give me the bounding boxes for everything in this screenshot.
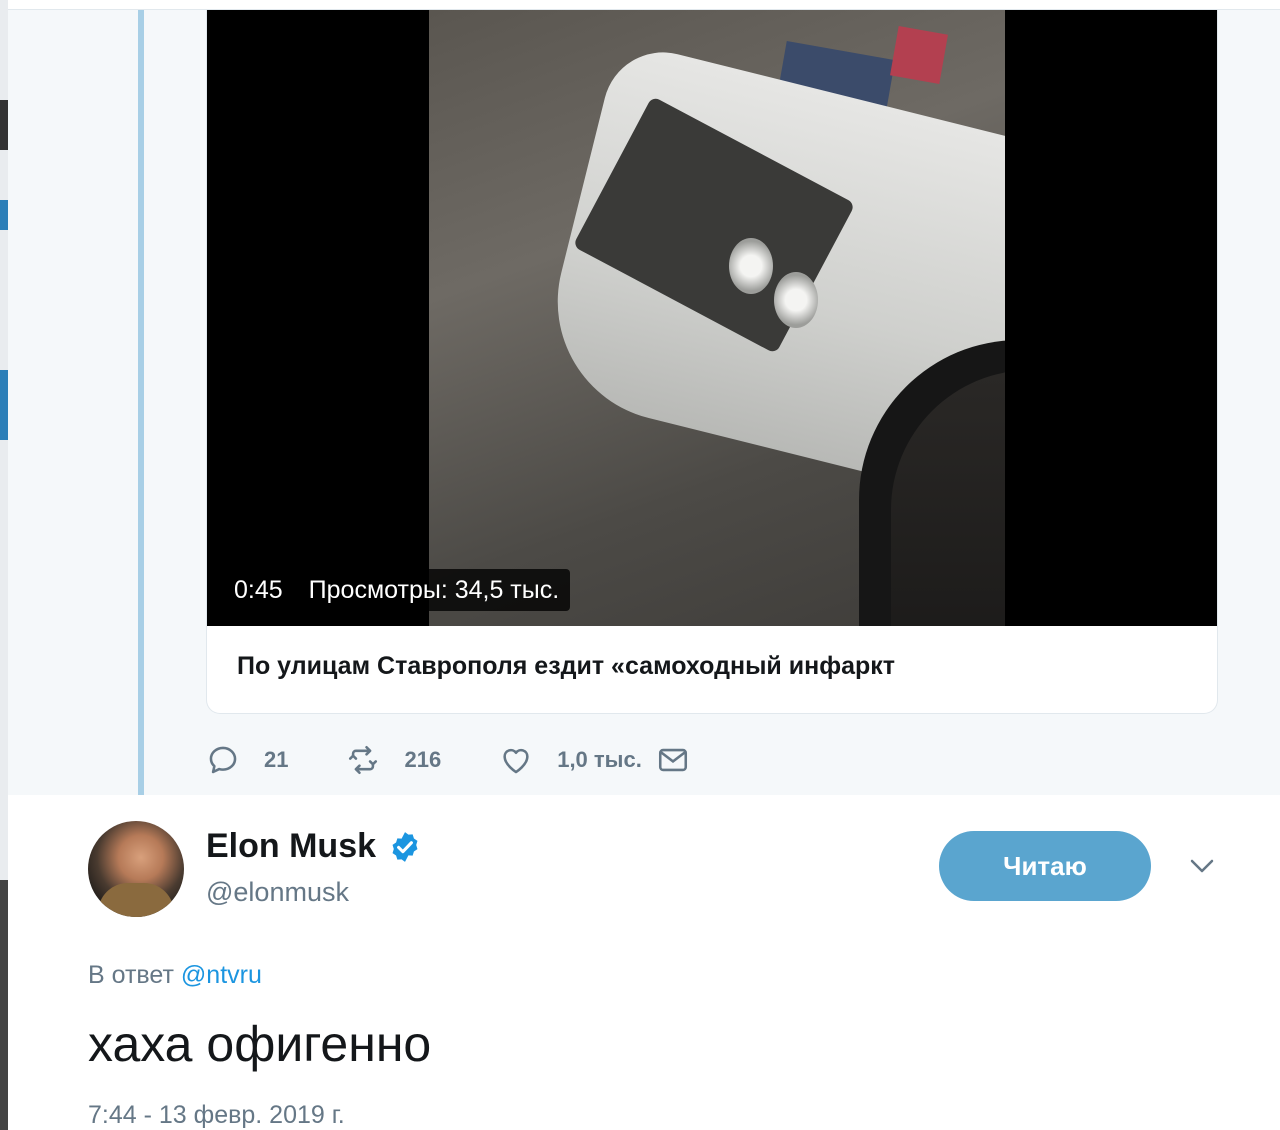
envelope-icon bbox=[658, 748, 687, 772]
video-views: Просмотры: 34,5 тыс. bbox=[297, 569, 571, 611]
reply-button[interactable]: 21 bbox=[206, 743, 288, 777]
author-name-row[interactable]: Elon Musk bbox=[206, 827, 422, 866]
reply-mention-link[interactable]: @ntvru bbox=[181, 961, 262, 989]
author-handle[interactable]: @elonmusk bbox=[206, 877, 349, 908]
card-title[interactable]: По улицам Ставрополя ездит «самоходный и… bbox=[237, 652, 895, 681]
reply-count: 21 bbox=[264, 747, 289, 772]
thread-line bbox=[138, 10, 144, 810]
reply-context: В ответ @ntvru bbox=[88, 961, 262, 990]
avatar[interactable] bbox=[88, 821, 184, 917]
like-count: 1,0 тыс. bbox=[557, 747, 642, 772]
like-button[interactable]: 1,0 тыс. bbox=[499, 743, 642, 777]
retweet-count: 216 bbox=[404, 747, 442, 772]
parent-tweet: 0:45 Просмотры: 34,5 тыс. По улицам Став… bbox=[8, 10, 1280, 810]
tweet-text: хаха офигенно bbox=[88, 1016, 432, 1072]
retweet-icon bbox=[349, 745, 378, 775]
dm-button[interactable] bbox=[656, 743, 690, 777]
tweet-page: 0:45 Просмотры: 34,5 тыс. По улицам Став… bbox=[0, 0, 1280, 1130]
reply-prefix: В ответ bbox=[88, 961, 174, 989]
background-page-strip bbox=[0, 0, 8, 1130]
media-card[interactable]: 0:45 Просмотры: 34,5 тыс. По улицам Став… bbox=[206, 10, 1218, 714]
tweet-actions: 21 216 1,0 тыс. bbox=[206, 738, 690, 782]
video-duration: 0:45 bbox=[223, 569, 294, 611]
top-divider bbox=[8, 0, 1280, 10]
chevron-down-icon[interactable] bbox=[1188, 857, 1216, 875]
following-button[interactable]: Читаю bbox=[939, 831, 1151, 901]
video-player[interactable]: 0:45 Просмотры: 34,5 тыс. bbox=[207, 10, 1217, 626]
main-tweet: Elon Musk @elonmusk Читаю В ответ @ntvru… bbox=[8, 795, 1280, 1130]
author-name: Elon Musk bbox=[206, 827, 377, 865]
tweet-timestamp[interactable]: 7:44 - 13 февр. 2019 г. bbox=[88, 1101, 345, 1130]
video-badges: 0:45 Просмотры: 34,5 тыс. bbox=[223, 569, 571, 611]
verified-badge-icon bbox=[392, 831, 418, 862]
retweet-button[interactable]: 216 bbox=[346, 743, 441, 777]
heart-icon bbox=[503, 748, 529, 774]
reply-icon bbox=[209, 746, 237, 774]
video-thumbnail bbox=[429, 10, 1005, 626]
